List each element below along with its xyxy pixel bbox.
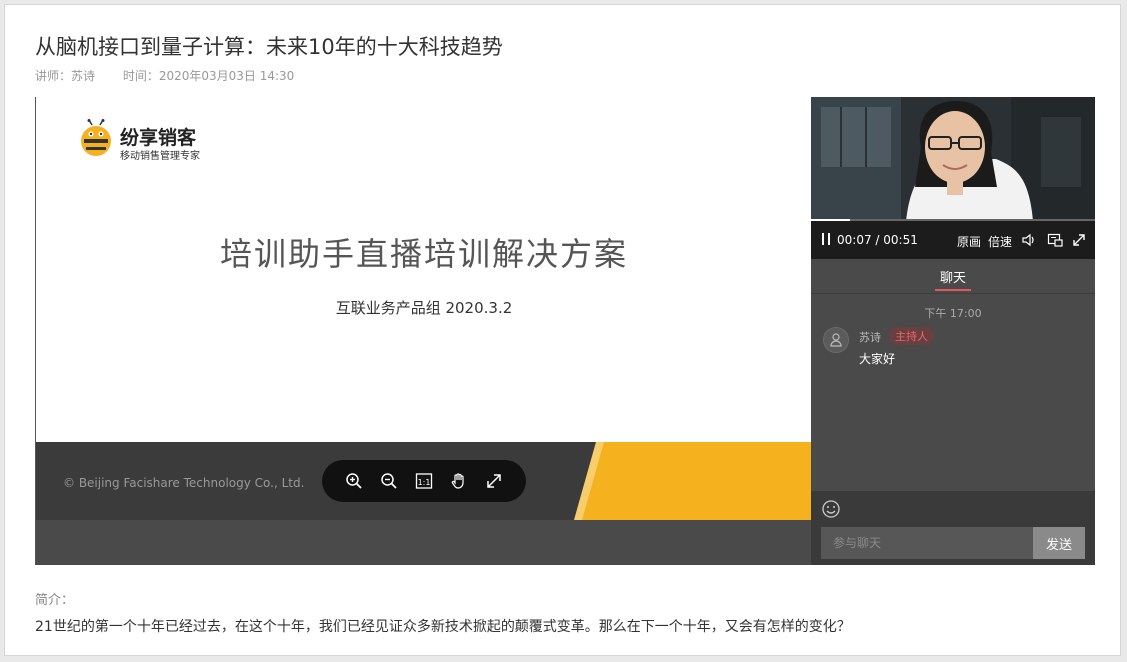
actual-size-label: 1:1 [418,478,431,487]
send-button[interactable]: 发送 [1033,527,1085,559]
page-title: 从脑机接口到量子计算：未来10年的十大科技趋势 [35,35,503,59]
avatar [823,327,849,353]
chat-timestamp: 下午 17:00 [924,307,982,320]
presenter-video[interactable] [811,97,1095,221]
speed-button[interactable]: 倍速 [988,233,1012,250]
video-controls: 00:07 / 00:51 原画 倍速 [811,219,1095,259]
zoom-out-icon[interactable] [378,470,400,492]
live-side-panel: 00:07 / 00:51 原画 倍速 聊天 下午 17:00 苏诗 主持人 大… [811,97,1095,565]
volume-icon[interactable] [1021,232,1037,248]
time-label: 时间：2020年03月03日 14:30 [122,69,295,83]
page-container: 从脑机接口到量子计算：未来10年的十大科技趋势 讲师：苏诗 时间：2020年03… [4,4,1121,656]
slide-viewer[interactable]: 纷享销客 移动销售管理专家 培训助手直播培训解决方案 互联业务产品组 2020.… [35,97,812,565]
brand-name: 纷享销客 [120,127,197,149]
video-time: 00:07 / 00:51 [837,233,918,247]
intro-text: 21世纪的第一个十年已经过去，在这个十年，我们已经见证众多新技术掀起的颠覆式变革… [35,619,851,635]
user-icon [830,333,842,347]
brand-logo: 纷享销客 移动销售管理专家 [78,119,228,163]
picture-in-picture-icon[interactable] [1047,232,1063,248]
lecturer-label: 讲师：苏诗 [35,69,96,83]
chat-input[interactable] [821,527,1033,559]
zoom-toolbar: 1:1 [322,460,526,502]
pause-icon[interactable] [821,232,831,246]
brand-tagline: 移动销售管理专家 [120,151,200,162]
video-progress-bar[interactable] [811,219,1095,221]
message-text: 大家好 [859,352,896,366]
host-badge: 主持人 [889,327,934,345]
message-sender: 苏诗 [859,331,881,344]
slide-title: 培训助手直播培训解决方案 [219,235,628,273]
zoom-in-icon[interactable] [343,470,365,492]
tab-chat-underline [935,289,971,291]
emoji-icon[interactable] [821,499,841,519]
presenter-video-frame [811,97,1095,221]
quality-button[interactable]: 原画 [957,233,981,250]
slide-subtitle: 互联业务产品组 2020.3.2 [335,299,513,317]
tab-chat[interactable]: 聊天 [935,267,971,286]
fullscreen-icon[interactable] [483,470,505,492]
hand-icon[interactable] [448,470,470,492]
video-fullscreen-icon[interactable] [1071,232,1087,248]
slide-bottom-bar [36,520,812,565]
bee-logo-icon [81,119,111,156]
actual-size-icon[interactable]: 1:1 [413,470,435,492]
slide-copyright: © Beijing Facishare Technology Co., Ltd. [63,476,305,490]
chat-tabs: 聊天 [811,259,1095,294]
page-meta: 讲师：苏诗 时间：2020年03月03日 14:30 [35,67,318,84]
chat-input-area: 发送 [811,491,1095,565]
slide-accent-shape [574,442,812,520]
intro-label: 简介： [35,593,75,608]
